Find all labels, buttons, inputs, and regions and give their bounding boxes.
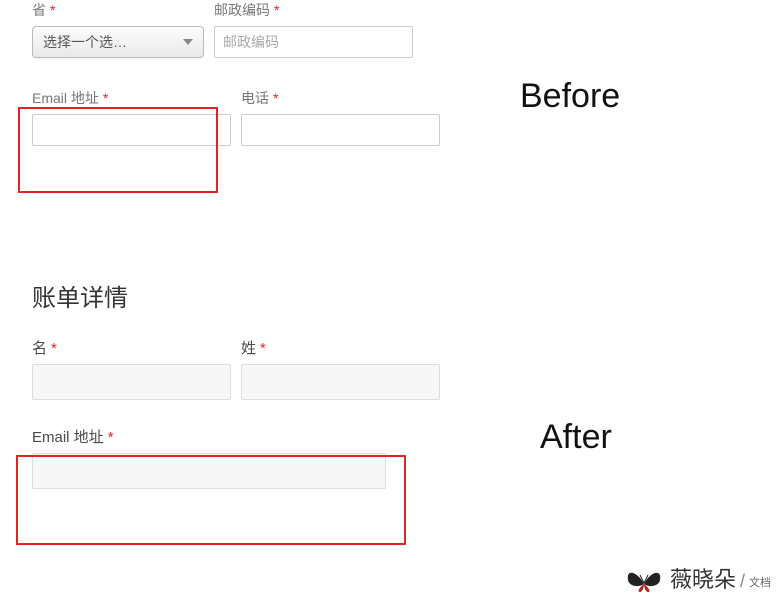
tag-after: After — [540, 418, 612, 457]
required-mark: * — [273, 90, 278, 106]
required-mark: * — [50, 2, 55, 18]
field-phone: 电话 * — [241, 88, 440, 146]
butterfly-icon — [624, 566, 664, 594]
phone-input[interactable] — [241, 114, 440, 146]
required-mark: * — [260, 340, 266, 357]
label-email: Email 地址 — [32, 88, 99, 108]
label-first-name: 名 — [32, 337, 47, 358]
province-select[interactable]: 选择一个选… — [32, 26, 204, 58]
required-mark: * — [103, 90, 108, 106]
required-mark: * — [51, 340, 57, 357]
label-last-name: 姓 — [241, 337, 256, 358]
watermark-sub: 文档 — [749, 574, 771, 590]
province-selected-value: 选择一个选… — [43, 32, 127, 52]
field-first-name: 名 * — [32, 337, 231, 400]
watermark-slash: / — [740, 571, 745, 592]
email-input-after[interactable] — [32, 453, 386, 489]
field-postcode: 邮政编码 * — [214, 0, 413, 58]
last-name-input[interactable] — [241, 364, 440, 400]
after-form: 账单详情 名 * 姓 * Email 地址 * — [32, 278, 412, 507]
first-name-input[interactable] — [32, 364, 231, 400]
required-mark: * — [108, 429, 114, 446]
watermark: 薇晓朵 / 文档 — [624, 562, 771, 594]
caret-down-icon — [183, 39, 193, 45]
label-postcode: 邮政编码 — [214, 0, 270, 20]
tag-before: Before — [520, 77, 620, 116]
field-email-before: Email 地址 * — [32, 88, 231, 146]
label-email-after: Email 地址 — [32, 426, 104, 447]
field-province: 省 * 选择一个选… — [32, 0, 204, 58]
watermark-name: 薇晓朵 — [670, 562, 736, 594]
before-form: 省 * 选择一个选… 邮政编码 * Email 地址 — [32, 0, 412, 164]
field-email-after: Email 地址 * — [32, 426, 386, 489]
field-last-name: 姓 * — [241, 337, 440, 400]
email-input-before[interactable] — [32, 114, 231, 146]
required-mark: * — [274, 2, 279, 18]
label-phone: 电话 — [241, 88, 269, 108]
postcode-input[interactable] — [214, 26, 413, 58]
label-province: 省 — [32, 0, 46, 20]
billing-heading: 账单详情 — [32, 278, 412, 313]
